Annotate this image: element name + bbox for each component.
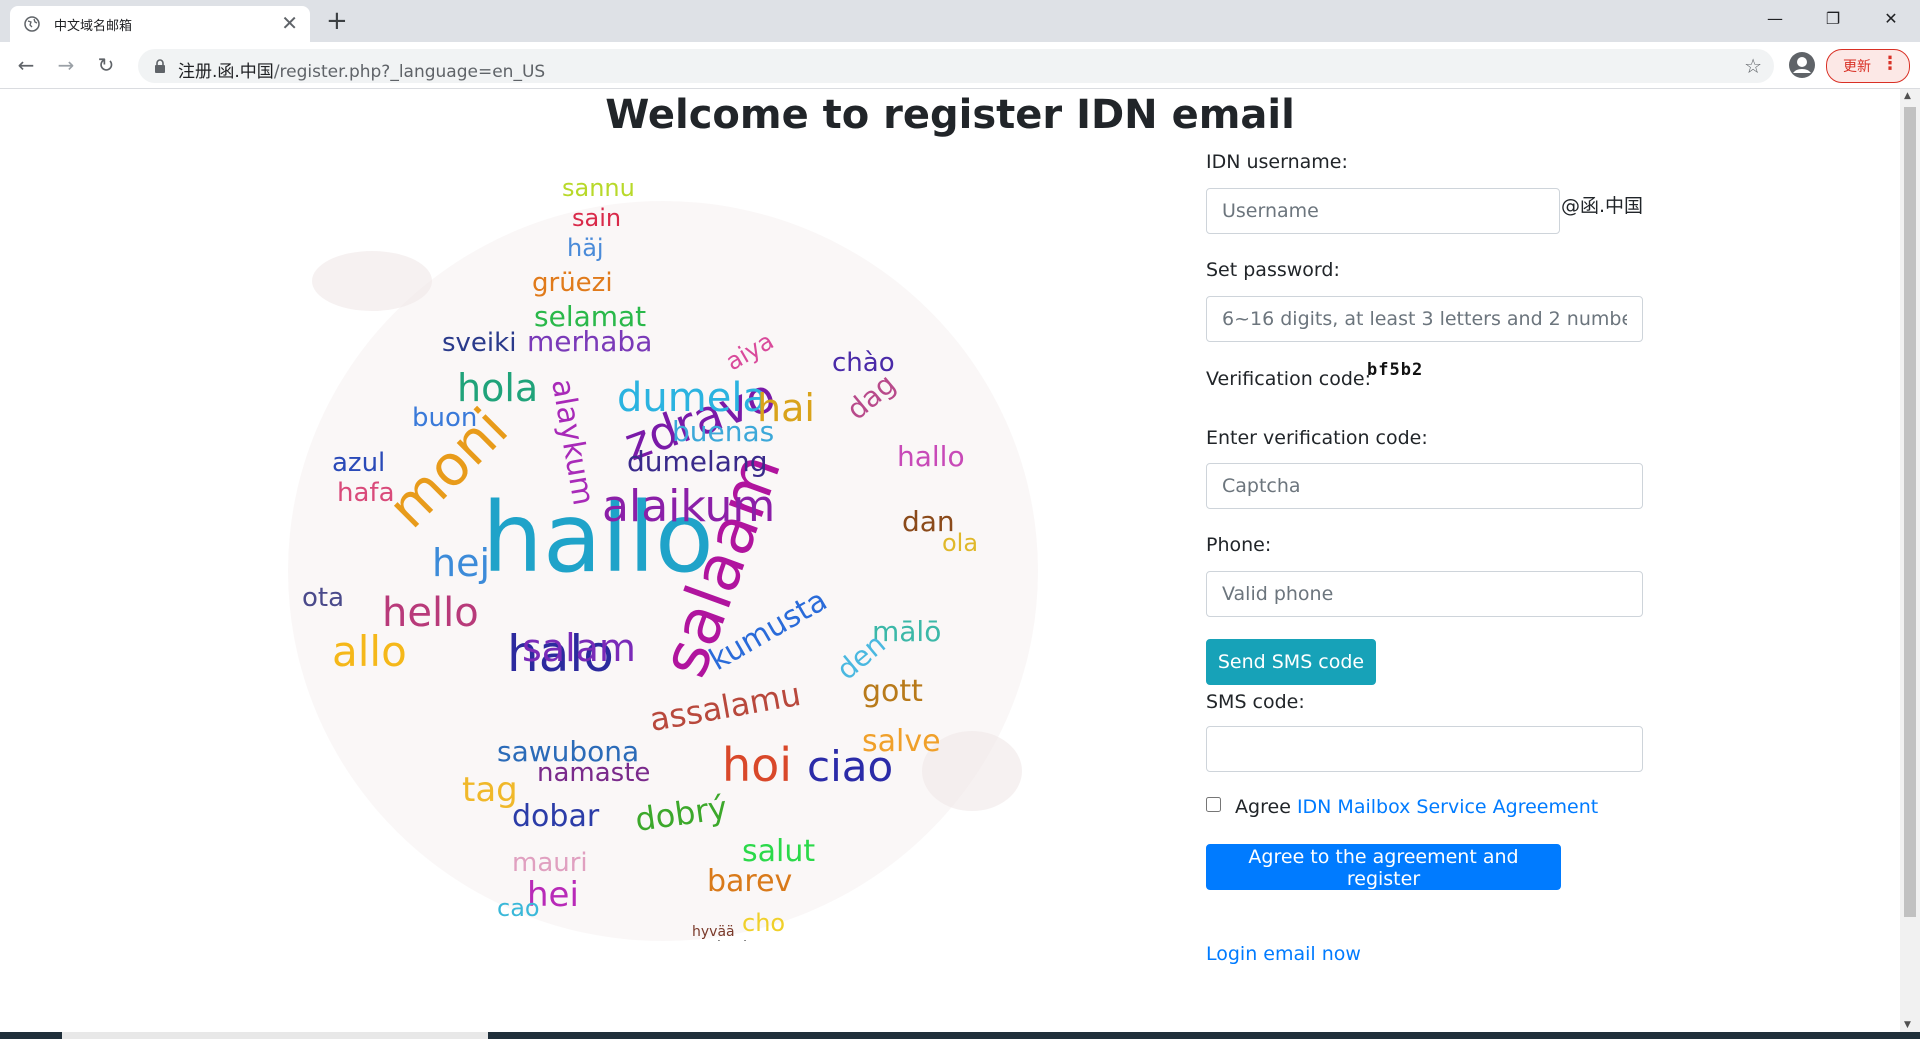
taskbar-item[interactable] [62,1032,488,1039]
agree-checkbox[interactable] [1206,797,1221,812]
password-label: Set password: [1206,259,1340,281]
word-cloud-word: azul [332,448,385,478]
verification-label: Verification code: [1206,368,1372,390]
username-label: IDN username: [1206,151,1348,173]
os-taskbar [0,1032,1920,1039]
scroll-down-icon[interactable]: ▼ [1904,1020,1911,1030]
phone-input[interactable] [1206,571,1643,617]
tab-close-icon[interactable]: ✕ [281,12,298,34]
word-cloud-word: tag [462,770,518,810]
word-cloud-svg: hallohalo salaamalaikumzdravomonihola dume… [288,174,1038,955]
word-cloud-word: buenas [672,415,774,448]
word-cloud-word: chào [832,348,895,378]
word-cloud-word: gott [862,674,923,709]
word-cloud-word: cao [497,894,540,922]
lock-icon[interactable] [152,58,168,74]
url-path: /register.php?_language=en_US [273,62,546,82]
bookmark-star-icon[interactable]: ☆ [1744,54,1762,78]
word-cloud-word: namaste [537,758,650,788]
word-cloud-word: sain [572,204,621,232]
page-content: Welcome to register IDN email hallo halo s… [0,89,1900,1032]
password-input[interactable] [1206,296,1643,342]
word-cloud-word: sannu [562,174,635,202]
captcha-image[interactable]: bf5b2 [1367,360,1423,380]
sms-code-input[interactable] [1206,726,1643,772]
hello-word-cloud-image: hallo halo salaam alaikum zdravo moni hola dume… [282,171,1044,955]
forward-icon[interactable]: → [52,51,80,79]
maximize-button[interactable]: ❐ [1810,4,1856,34]
url-text[interactable]: 注册.函.中国/register.php?_language=en_US [178,57,545,82]
word-cloud-word: grüezi [532,268,613,298]
domain-suffix: @函.中国 [1561,195,1644,217]
minimize-button[interactable]: — [1752,4,1798,34]
agreement-row: Agree IDN Mailbox Service Agreement [1206,796,1598,818]
scroll-thumb[interactable] [1904,107,1916,917]
word-cloud-word: häj [567,234,604,262]
captcha-input[interactable] [1206,463,1643,509]
login-link[interactable]: Login email now [1206,943,1361,965]
new-tab-button[interactable]: + [326,6,348,36]
username-input[interactable] [1206,188,1560,234]
agree-text: Agree [1235,796,1291,818]
profile-avatar-icon[interactable] [1788,51,1816,79]
browser-tab[interactable]: 中文域名邮箱 ✕ [10,6,310,42]
word-cloud-word: hafa [337,478,395,508]
scroll-up-icon[interactable]: ▲ [1904,91,1911,101]
word-cloud-word: buon [412,403,477,433]
globe-icon [24,16,40,32]
enter-code-label: Enter verification code: [1206,427,1428,449]
word-cloud-word: hallo [897,440,965,473]
register-button[interactable]: Agree to the agreement and register [1206,844,1561,890]
word-cloud-word: sveiki [442,328,516,358]
back-icon[interactable]: ← [12,51,40,79]
browser-toolbar: ← → ↻ 注册.函.中国/register.php?_language=en_… [0,42,1920,89]
word-cloud-word: hej [432,541,490,585]
update-label: 更新 [1843,59,1871,75]
phone-label: Phone: [1206,534,1272,556]
word-cloud-word: hoi [722,738,792,792]
close-window-button[interactable]: ✕ [1868,4,1914,34]
agreement-link[interactable]: IDN Mailbox Service Agreement [1297,796,1598,818]
word-cloud-word: ola [942,529,978,557]
url-host: 注册.函.中国 [178,62,274,82]
word-cloud-word: mauri [512,848,588,878]
send-sms-button[interactable]: Send SMS code [1206,639,1376,685]
word-cloud-word: ota [302,583,344,613]
word-cloud-word: hyvää [692,924,735,940]
word-cloud-word: barev [707,864,792,899]
browser-tab-bar: 中文域名邮箱 ✕ + — ❐ ✕ [0,0,1920,42]
address-bar[interactable]: 注册.函.中国/register.php?_language=en_US ☆ [138,49,1774,83]
page-title: Welcome to register IDN email [605,92,1295,138]
tab-title: 中文域名邮箱 [54,19,133,34]
word-cloud-word: alaikum [602,481,775,532]
word-cloud-word: allo [332,627,407,676]
page-scrollbar[interactable]: ▲ ▼ [1900,89,1920,1032]
word-cloud-word: salam [522,626,636,670]
reload-icon[interactable]: ↻ [92,51,120,79]
menu-dots-icon: ⋮ [1881,53,1899,74]
word-cloud-word: dumelang [627,445,767,478]
word-cloud-word: dobar [512,799,600,834]
word-cloud-word: selamat [534,300,646,333]
word-cloud-word: salve [862,724,941,759]
sms-code-label: SMS code: [1206,691,1305,713]
word-cloud-word: cho [742,909,785,937]
update-button[interactable]: 更新 ⋮ [1826,49,1910,83]
